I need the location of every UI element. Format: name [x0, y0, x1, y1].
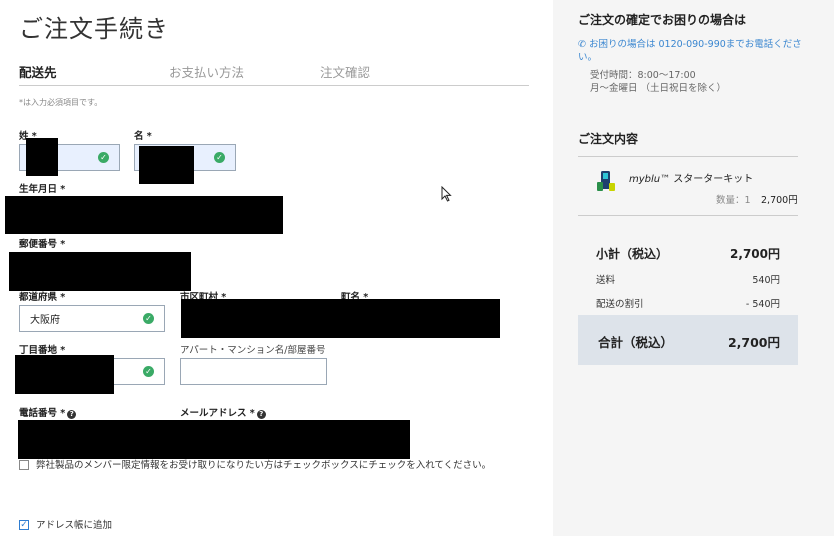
help-phone[interactable]: ✆ お困りの場合は 0120-090-990までお電話ください。	[578, 38, 818, 64]
help-title: ご注文の確定でお困りの場合は	[578, 13, 747, 27]
help-icon[interactable]: ?	[67, 410, 77, 419]
valid-check-icon: ✓	[143, 313, 154, 324]
member-info-text: 弊社製品のメンバー限定情報をお受け取りになりたい方はチェックボックスにチェックを…	[36, 460, 492, 471]
total-label: 合計（税込）	[598, 335, 674, 350]
apartment-label: アパート・マンション名/部屋番号	[180, 345, 326, 356]
shipping-label: 送料	[596, 275, 616, 286]
step-shipping[interactable]: 配送先	[19, 62, 57, 81]
discount-value: - 540円	[745, 299, 780, 310]
phone-label: 電話番号 *?	[19, 405, 77, 419]
help-icon[interactable]: ?	[256, 410, 266, 419]
order-summary-pane: ご注文の確定でお困りの場合は ✆ お困りの場合は 0120-090-990までお電…	[553, 0, 834, 536]
phone-email-fields-redacted	[18, 420, 410, 459]
apartment-field[interactable]	[180, 358, 327, 385]
total-box: 合計（税込） 2,700円	[578, 315, 798, 365]
subtotal-label: 小計（税込）	[596, 247, 669, 261]
member-info-checkbox[interactable]	[19, 460, 29, 470]
divider	[578, 156, 798, 157]
member-info-option[interactable]: 弊社製品のメンバー限定情報をお受け取りになりたい方はチェックボックスにチェックを…	[19, 459, 499, 472]
shipping-value: 540円	[752, 275, 780, 286]
address-book-checkbox[interactable]: ✓	[19, 520, 29, 530]
help-phone-text: お困りの場合は 0120-090-990までお電話ください。	[578, 39, 802, 63]
address-book-option[interactable]: ✓ アドレス帳に追加	[19, 519, 112, 532]
first-name-label: 名 *	[134, 131, 152, 142]
email-label: メールアドレス *?	[180, 405, 266, 419]
chome-label: 丁目番地 *	[19, 345, 66, 356]
valid-check-icon: ✓	[98, 152, 109, 163]
shipping-row: 送料 540円	[596, 272, 780, 286]
hours-line-2: 月～金曜日 （土日祝日を除く）	[590, 83, 727, 94]
checkout-form-pane: ご注文手続き 配送先 お支払い方法 注文確認 *は入力必須項目です。 姓 * ✓…	[0, 0, 553, 536]
prefecture-value: 大阪府	[30, 315, 60, 326]
mouse-cursor-icon	[441, 186, 452, 202]
hours-line-1: 受付時間：8:00～17:00	[590, 70, 696, 81]
prefecture-select[interactable]: 大阪府 ✓	[19, 305, 165, 332]
prefecture-label: 都道府県 *	[19, 292, 66, 303]
required-note: *は入力必須項目です。	[19, 98, 103, 107]
valid-check-icon: ✓	[214, 152, 225, 163]
birthdate-field-redacted	[5, 196, 283, 234]
phone-label-text: 電話番号 *	[19, 408, 66, 419]
address-book-text: アドレス帳に追加	[36, 520, 113, 531]
product-thumbnail-icon	[597, 171, 615, 191]
checkout-steps: 配送先 お支払い方法 注文確認	[19, 62, 529, 86]
product-name-text: スターターキット	[670, 174, 754, 185]
product-price: 2,700円	[761, 195, 798, 206]
step-payment[interactable]: お支払い方法	[169, 62, 244, 81]
redaction-block	[139, 146, 194, 184]
city-town-fields-redacted	[181, 299, 500, 338]
step-confirm[interactable]: 注文確認	[320, 62, 370, 81]
phone-icon: ✆	[578, 39, 586, 50]
product-name: myblu™ スターターキット	[629, 170, 753, 185]
subtotal-row: 小計（税込） 2,700円	[596, 245, 780, 262]
discount-row: 配送の割引 - 540円	[596, 296, 780, 310]
valid-check-icon: ✓	[143, 366, 154, 377]
total-row: 合計（税込） 2,700円	[598, 332, 780, 351]
divider	[578, 215, 798, 216]
product-qty: 数量：1	[716, 195, 751, 206]
product-brand: myblu™	[629, 174, 671, 185]
total-value: 2,700円	[727, 335, 780, 350]
chome-value-redacted	[15, 355, 114, 394]
postal-code-label: 郵便番号 *	[19, 239, 66, 250]
redaction-block	[26, 138, 58, 176]
email-label-text: メールアドレス *	[180, 408, 255, 419]
help-hours: 受付時間：8:00～17:00 月～金曜日 （土日祝日を除く）	[590, 69, 726, 95]
birthdate-label: 生年月日 *	[19, 184, 66, 195]
page-title: ご注文手続き	[19, 15, 169, 43]
subtotal-value: 2,700円	[730, 247, 780, 261]
discount-label: 配送の割引	[596, 299, 644, 310]
order-title: ご注文内容	[578, 132, 639, 146]
postal-code-field-redacted	[9, 252, 191, 291]
